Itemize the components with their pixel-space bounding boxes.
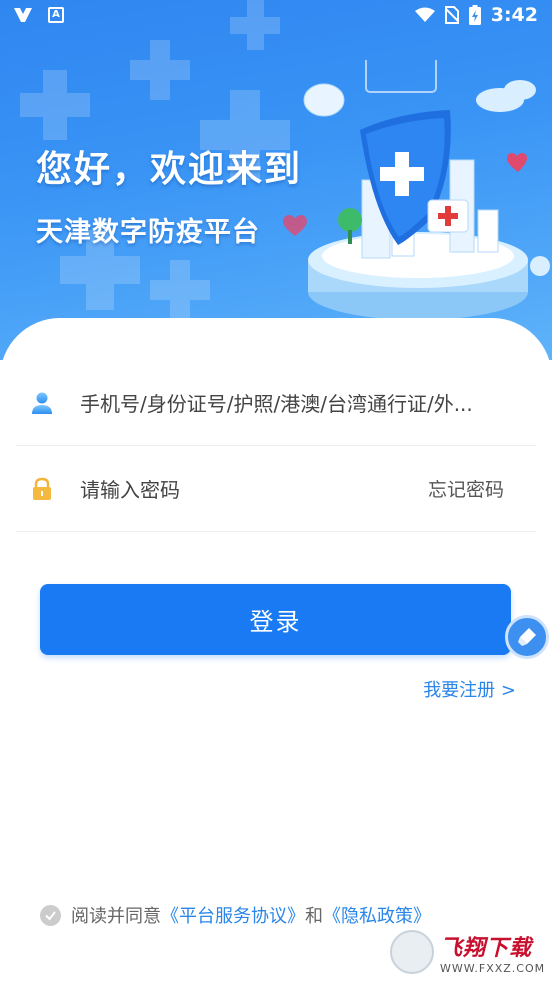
agreement-and: 和 [305,906,323,927]
status-bar: A 3:42 [0,0,552,32]
decor-cross [150,260,210,320]
app-logo-icon [14,8,32,22]
watermark-brand: 飞翔下载 [440,935,533,961]
lock-icon [33,477,51,500]
watermark-url: WWW.FXXZ.COM [440,961,546,975]
agreement-checkbox[interactable] [40,904,61,926]
decor-cross [130,40,190,100]
password-field[interactable]: 请输入密码 忘记密码 [16,446,536,532]
user-icon [32,392,52,414]
epidemic-illustration [303,60,550,320]
hero-banner: A 3:42 您好，欢迎来到 天津数字防疫平台 [0,0,552,360]
agreement-prefix: 阅读并同意 [71,906,161,927]
service-agreement-link[interactable]: 《平台服务协议》 [161,902,305,928]
forgot-password-link[interactable]: 忘记密码 [428,475,504,502]
login-button[interactable]: 登录 [40,584,511,655]
decor-cross [20,70,90,140]
agreement-row: 阅读并同意 《平台服务协议》 和 《隐私政策》 [40,902,431,928]
greeting-title: 您好，欢迎来到 [36,149,303,190]
no-sim-icon [444,6,459,24]
check-icon [45,910,56,921]
account-field[interactable]: 手机号/身份证号/护照/港澳/台湾通行证/外... [16,360,536,446]
battery-charging-icon [468,5,481,25]
wifi-icon [414,7,435,22]
status-time: 3:42 [490,4,538,26]
platform-title: 天津数字防疫平台 [36,217,260,248]
register-link[interactable]: 我要注册 > [423,676,516,702]
text-a-icon: A [48,7,64,23]
floating-assist-button[interactable] [505,615,549,659]
watermark-logo-icon [390,930,434,974]
account-input[interactable]: 手机号/身份证号/护照/港澳/台湾通行证/外... [80,388,536,417]
site-watermark: 飞翔下载 WWW.FXXZ.COM [386,924,546,980]
heart-icon [283,215,307,236]
brush-icon [518,628,536,646]
login-card: 手机号/身份证号/护照/港澳/台湾通行证/外... 请输入密码 忘记密码 登录 … [0,318,552,983]
password-input[interactable]: 请输入密码 [80,474,428,503]
